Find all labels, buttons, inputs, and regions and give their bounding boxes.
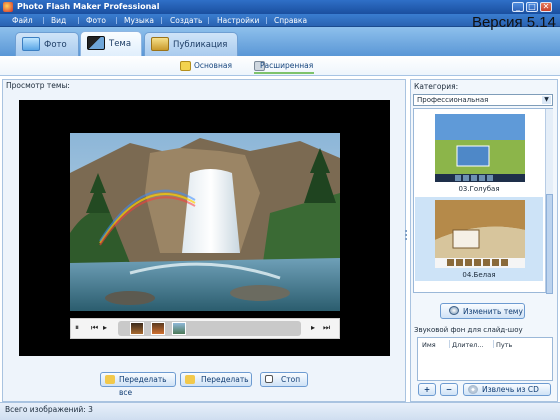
photo-icon bbox=[22, 37, 40, 51]
redo-icon bbox=[185, 375, 195, 384]
scrollbar-thumb[interactable] bbox=[546, 194, 553, 294]
publish-icon bbox=[151, 37, 169, 51]
menu-file[interactable]: Файл bbox=[12, 14, 33, 27]
column-path[interactable]: Путь bbox=[496, 341, 512, 349]
sound-table[interactable]: Имя Длител... Путь bbox=[417, 337, 553, 381]
change-theme-button[interactable]: Изменить тему bbox=[440, 303, 525, 319]
add-sound-button[interactable]: + bbox=[418, 383, 436, 396]
category-select[interactable]: Профессиональная ▼ bbox=[413, 94, 553, 106]
maximize-button[interactable]: □ bbox=[526, 2, 538, 12]
tab-publish[interactable]: Публикация bbox=[144, 32, 238, 56]
column-name[interactable]: Имя bbox=[422, 341, 436, 349]
menu-settings[interactable]: Настройки bbox=[217, 14, 259, 27]
chevron-down-icon: ▼ bbox=[542, 96, 551, 104]
player-bar: ⏸ ⏮ ▸ ▸ ⏭ bbox=[70, 318, 340, 339]
version-label: Версия 5.14 bbox=[471, 14, 556, 31]
close-button[interactable]: ✕ bbox=[540, 2, 552, 12]
forward-button[interactable]: ▸ bbox=[311, 323, 315, 332]
tab-theme[interactable]: Тема bbox=[80, 31, 142, 57]
stop-icon bbox=[265, 375, 273, 383]
menu-photo[interactable]: Фото bbox=[86, 14, 106, 27]
redo-button[interactable]: Переделать bbox=[180, 372, 252, 387]
basic-icon bbox=[180, 61, 191, 71]
last-button[interactable]: ⏭ bbox=[323, 323, 330, 333]
redo-all-icon bbox=[105, 375, 115, 384]
window-title: Photo Flash Maker Professional bbox=[17, 2, 160, 11]
category-label: Категория: bbox=[414, 82, 459, 91]
prev-button[interactable]: ⏮ bbox=[91, 323, 98, 333]
pause-button[interactable]: ⏸ bbox=[75, 323, 79, 333]
preview-label: Просмотр темы: bbox=[6, 81, 70, 90]
tab-photo[interactable]: Фото bbox=[15, 32, 79, 56]
app-icon bbox=[3, 2, 13, 12]
theme-item-blue[interactable]: 03.Голубая bbox=[415, 111, 543, 195]
column-duration[interactable]: Длител... bbox=[452, 341, 484, 349]
theme-film-icon bbox=[87, 36, 105, 50]
status-text: Всего изображений: 3 bbox=[5, 405, 93, 414]
theme-item-white[interactable]: 04.Белая bbox=[415, 197, 543, 281]
thumbnail-3[interactable] bbox=[172, 322, 186, 335]
subtab-strip: Основная Расширенная bbox=[0, 56, 560, 76]
stop-button[interactable]: Стоп bbox=[260, 372, 308, 387]
sound-label: Звуковой фон для слайд-шоу bbox=[414, 326, 523, 334]
extract-cd-button[interactable]: Извлечь из CD bbox=[463, 383, 551, 396]
remove-sound-button[interactable]: − bbox=[440, 383, 458, 396]
menu-help[interactable]: Справка bbox=[274, 14, 307, 27]
title-bar: Photo Flash Maker Professional _ □ ✕ bbox=[0, 0, 560, 14]
subtab-basic[interactable]: Основная bbox=[180, 59, 232, 74]
gear-icon bbox=[449, 306, 459, 315]
menu-music[interactable]: Музыка bbox=[124, 14, 154, 27]
theme-list-scrollbar[interactable] bbox=[545, 109, 553, 294]
menu-view[interactable]: Вид bbox=[51, 14, 66, 27]
preview-photo bbox=[70, 133, 340, 311]
thumbnail-1[interactable] bbox=[130, 322, 144, 335]
cd-icon bbox=[468, 385, 478, 394]
theme-list[interactable]: 03.Голубая 04.Белая bbox=[413, 108, 553, 293]
subtab-advanced[interactable]: Расширенная bbox=[254, 59, 314, 74]
redo-all-button[interactable]: Переделать все bbox=[100, 372, 176, 397]
main-tabs: Фото Тема Публикация bbox=[0, 27, 560, 57]
next-frame-button[interactable]: ▸ bbox=[103, 323, 107, 332]
thumbnail-strip bbox=[118, 321, 301, 336]
thumbnail-2[interactable] bbox=[151, 322, 165, 335]
menu-create[interactable]: Создать bbox=[170, 14, 202, 27]
minimize-button[interactable]: _ bbox=[512, 2, 524, 12]
